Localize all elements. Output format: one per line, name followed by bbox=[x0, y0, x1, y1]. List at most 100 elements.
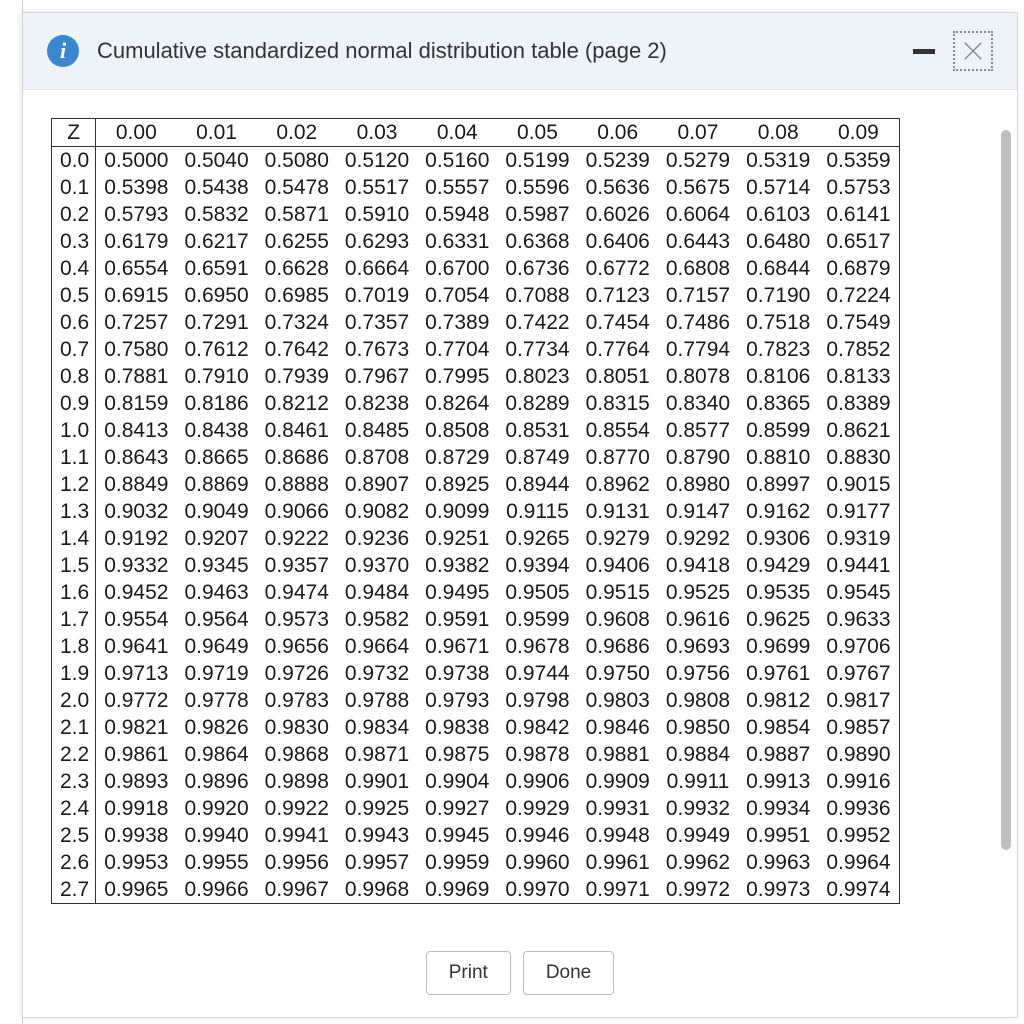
scrollbar-track[interactable] bbox=[1001, 130, 1011, 890]
table-cell: 0.9495 bbox=[417, 579, 497, 606]
table-row-header: 1.8 bbox=[52, 633, 96, 660]
table-cell: 0.9664 bbox=[337, 633, 417, 660]
table-cell: 0.5987 bbox=[497, 201, 577, 228]
close-button[interactable] bbox=[953, 31, 993, 71]
table-col-header: 0.09 bbox=[818, 119, 899, 147]
table-cell: 0.9505 bbox=[497, 579, 577, 606]
table-cell: 0.7357 bbox=[337, 309, 417, 336]
table-cell: 0.9394 bbox=[497, 552, 577, 579]
table-cell: 0.9678 bbox=[497, 633, 577, 660]
table-cell: 0.5279 bbox=[658, 147, 738, 175]
table-cell: 0.9535 bbox=[738, 579, 818, 606]
table-row-header: 2.0 bbox=[52, 687, 96, 714]
table-cell: 0.9082 bbox=[337, 498, 417, 525]
table-row-header: 0.7 bbox=[52, 336, 96, 363]
table-cell: 0.9963 bbox=[738, 849, 818, 876]
table-cell: 0.8051 bbox=[578, 363, 658, 390]
table-cell: 0.9803 bbox=[578, 687, 658, 714]
table-cell: 0.8643 bbox=[96, 444, 177, 471]
table-cell: 0.5160 bbox=[417, 147, 497, 175]
table-cell: 0.9911 bbox=[658, 768, 738, 795]
table-cell: 0.9406 bbox=[578, 552, 658, 579]
table-row: 0.40.65540.65910.66280.66640.67000.67360… bbox=[52, 255, 900, 282]
z-table: Z0.000.010.020.030.040.050.060.070.080.0… bbox=[51, 118, 900, 904]
table-row: 2.10.98210.98260.98300.98340.98380.98420… bbox=[52, 714, 900, 741]
table-cell: 0.9946 bbox=[497, 822, 577, 849]
table-row-header: 0.3 bbox=[52, 228, 96, 255]
table-col-header: 0.07 bbox=[658, 119, 738, 147]
table-cell: 0.7995 bbox=[417, 363, 497, 390]
table-cell: 0.9906 bbox=[497, 768, 577, 795]
table-row: 1.50.93320.93450.93570.93700.93820.93940… bbox=[52, 552, 900, 579]
table-cell: 0.5239 bbox=[578, 147, 658, 175]
table-cell: 0.5080 bbox=[257, 147, 337, 175]
done-button[interactable]: Done bbox=[523, 951, 614, 995]
table-col-header: 0.05 bbox=[497, 119, 577, 147]
table-cell: 0.9938 bbox=[96, 822, 177, 849]
table-cell: 0.6064 bbox=[658, 201, 738, 228]
table-cell: 0.9306 bbox=[738, 525, 818, 552]
table-cell: 0.7088 bbox=[497, 282, 577, 309]
table-cell: 0.9649 bbox=[176, 633, 256, 660]
table-cell: 0.7291 bbox=[176, 309, 256, 336]
table-row: 1.60.94520.94630.94740.94840.94950.95050… bbox=[52, 579, 900, 606]
dialog-body: Z0.000.010.020.030.040.050.060.070.080.0… bbox=[23, 90, 1017, 933]
table-cell: 0.5832 bbox=[176, 201, 256, 228]
table-cell: 0.9854 bbox=[738, 714, 818, 741]
table-cell: 0.7852 bbox=[818, 336, 899, 363]
table-cell: 0.7794 bbox=[658, 336, 738, 363]
table-cell: 0.5199 bbox=[497, 147, 577, 175]
table-cell: 0.9834 bbox=[337, 714, 417, 741]
table-cell: 0.9162 bbox=[738, 498, 818, 525]
table-cell: 0.9699 bbox=[738, 633, 818, 660]
table-cell: 0.9788 bbox=[337, 687, 417, 714]
table-cell: 0.8997 bbox=[738, 471, 818, 498]
table-row-header: 0.8 bbox=[52, 363, 96, 390]
table-cell: 0.9099 bbox=[417, 498, 497, 525]
table-cell: 0.7612 bbox=[176, 336, 256, 363]
table-cell: 0.8729 bbox=[417, 444, 497, 471]
table-cell: 0.9864 bbox=[176, 741, 256, 768]
table-row-header: 2.7 bbox=[52, 876, 96, 904]
table-row-header: 1.6 bbox=[52, 579, 96, 606]
table-cell: 0.9964 bbox=[818, 849, 899, 876]
table-row: 0.90.81590.81860.82120.82380.82640.82890… bbox=[52, 390, 900, 417]
table-cell: 0.9830 bbox=[257, 714, 337, 741]
table-row-header: 1.5 bbox=[52, 552, 96, 579]
table-cell: 0.9726 bbox=[257, 660, 337, 687]
table-row: 1.10.86430.86650.86860.87080.87290.87490… bbox=[52, 444, 900, 471]
table-cell: 0.7123 bbox=[578, 282, 658, 309]
table-cell: 0.9878 bbox=[497, 741, 577, 768]
table-cell: 0.8665 bbox=[176, 444, 256, 471]
table-row: 1.80.96410.96490.96560.96640.96710.96780… bbox=[52, 633, 900, 660]
table-cell: 0.9943 bbox=[337, 822, 417, 849]
table-row: 1.00.84130.84380.84610.84850.85080.85310… bbox=[52, 417, 900, 444]
table-cell: 0.8212 bbox=[257, 390, 337, 417]
table-cell: 0.9967 bbox=[257, 876, 337, 904]
table-cell: 0.9887 bbox=[738, 741, 818, 768]
table-cell: 0.9656 bbox=[257, 633, 337, 660]
minimize-button[interactable] bbox=[911, 38, 937, 64]
table-cell: 0.7704 bbox=[417, 336, 497, 363]
scrollbar-thumb[interactable] bbox=[1001, 130, 1011, 850]
table-cell: 0.9817 bbox=[818, 687, 899, 714]
table-cell: 0.6591 bbox=[176, 255, 256, 282]
table-cell: 0.6179 bbox=[96, 228, 177, 255]
table-cell: 0.5557 bbox=[417, 174, 497, 201]
table-cell: 0.9713 bbox=[96, 660, 177, 687]
dialog-footer: Print Done bbox=[23, 933, 1017, 1017]
table-cell: 0.9693 bbox=[658, 633, 738, 660]
table-cell: 0.5438 bbox=[176, 174, 256, 201]
table-cell: 0.9808 bbox=[658, 687, 738, 714]
table-cell: 0.9798 bbox=[497, 687, 577, 714]
table-row-header: 2.1 bbox=[52, 714, 96, 741]
table-cell: 0.9961 bbox=[578, 849, 658, 876]
table-cell: 0.7549 bbox=[818, 309, 899, 336]
table-cell: 0.9279 bbox=[578, 525, 658, 552]
table-cell: 0.8686 bbox=[257, 444, 337, 471]
table-cell: 0.9332 bbox=[96, 552, 177, 579]
table-cell: 0.9969 bbox=[417, 876, 497, 904]
table-row: 0.10.53980.54380.54780.55170.55570.55960… bbox=[52, 174, 900, 201]
print-button[interactable]: Print bbox=[426, 951, 511, 995]
table-row-header: 2.6 bbox=[52, 849, 96, 876]
